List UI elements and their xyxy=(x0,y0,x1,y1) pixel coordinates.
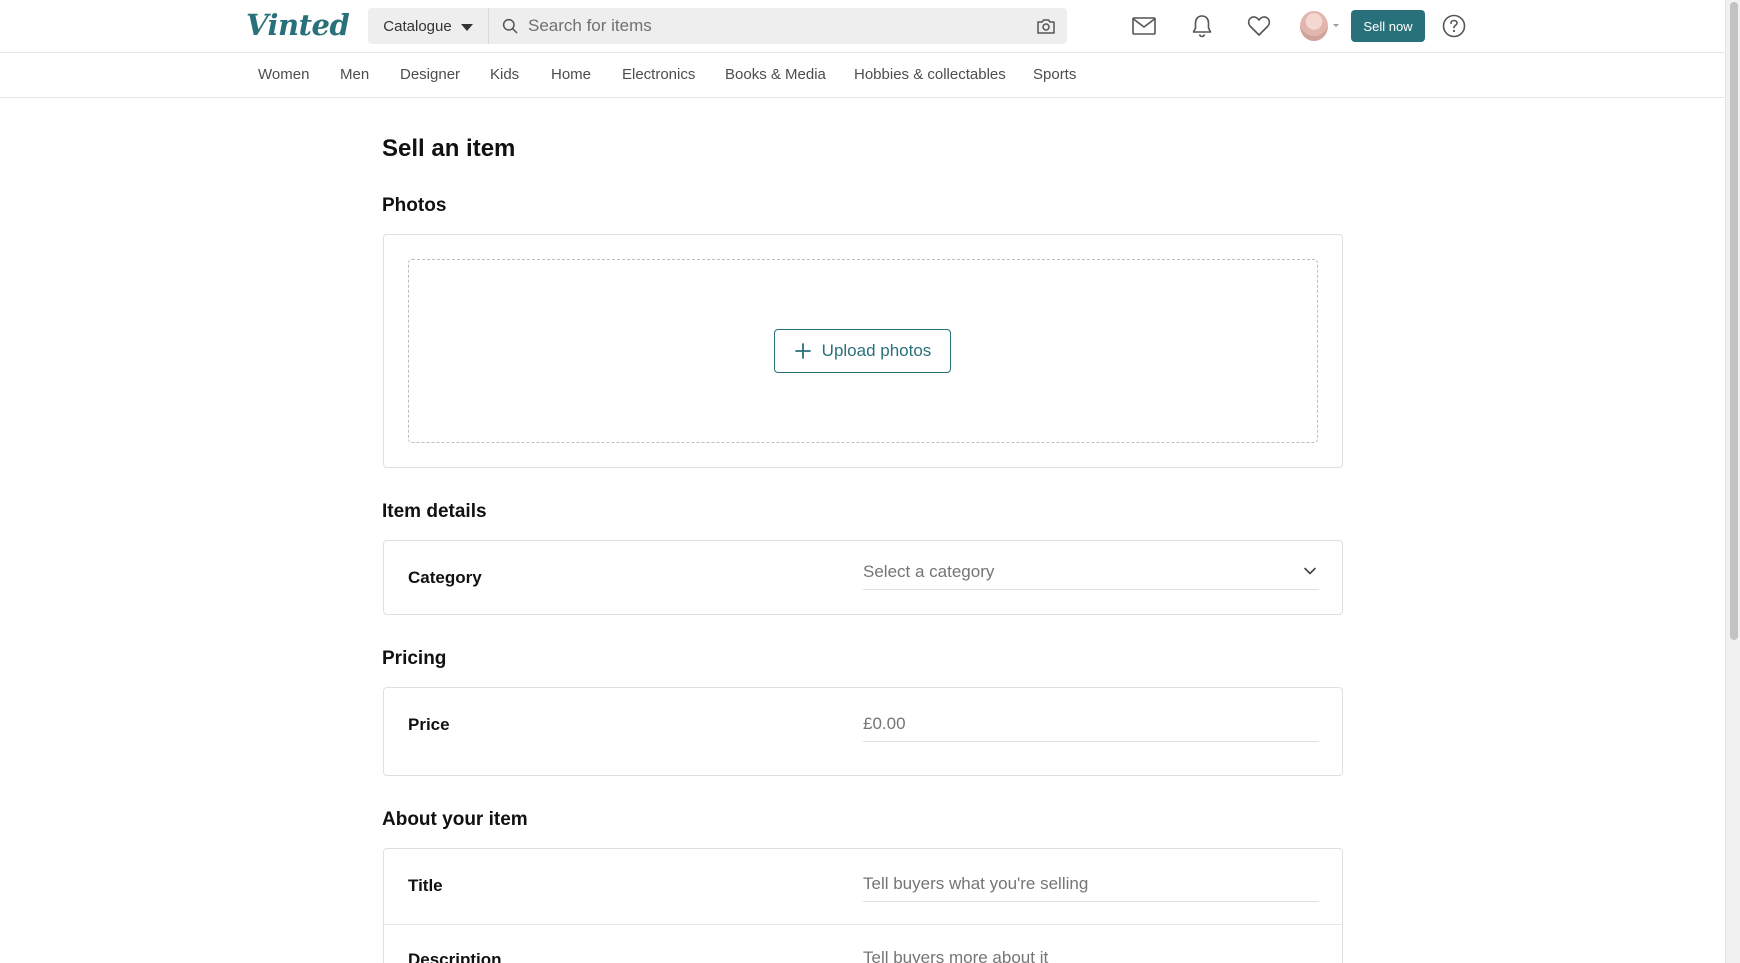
about-section-title: About your item xyxy=(382,809,528,830)
notifications-button[interactable] xyxy=(1189,13,1215,39)
title-field xyxy=(863,866,1319,902)
category-placeholder: Select a category xyxy=(863,562,995,581)
nav-item-books-media[interactable]: Books & Media xyxy=(725,66,826,84)
sell-now-button[interactable]: Sell now xyxy=(1351,10,1425,42)
user-avatar[interactable] xyxy=(1300,11,1328,41)
page-scrollbar[interactable] xyxy=(1725,0,1740,963)
scrollbar-thumb[interactable] xyxy=(1730,2,1738,640)
heart-icon xyxy=(1247,16,1271,36)
category-label: Category xyxy=(408,568,482,587)
search-bar: Catalogue xyxy=(368,8,1067,44)
upload-photos-button[interactable]: Upload photos xyxy=(774,329,951,373)
price-field xyxy=(863,706,1319,742)
description-input[interactable] xyxy=(863,940,1319,963)
photos-section-title: Photos xyxy=(382,195,447,216)
price-input[interactable] xyxy=(863,706,1319,741)
nav-item-hobbies-collectables[interactable]: Hobbies & collectables xyxy=(854,66,1006,84)
row-divider xyxy=(384,924,1342,925)
vinted-logo[interactable]: Vinted xyxy=(246,7,350,43)
pricing-section-title: Pricing xyxy=(382,648,447,669)
plus-icon xyxy=(794,343,811,359)
mail-icon xyxy=(1132,17,1156,35)
chevron-down-icon xyxy=(1304,567,1316,575)
avatar-caret-icon[interactable] xyxy=(1333,24,1339,27)
help-button[interactable] xyxy=(1441,13,1467,39)
pricing-card: Price xyxy=(383,687,1343,776)
price-label: Price xyxy=(408,715,450,734)
title-input[interactable] xyxy=(863,866,1319,901)
caret-down-icon xyxy=(460,23,473,31)
catalogue-label: Catalogue xyxy=(383,17,452,35)
search-icon xyxy=(502,18,518,34)
help-icon xyxy=(1442,14,1466,38)
category-nav: Women Men Designer Kids Home Electronics… xyxy=(0,54,1725,98)
nav-item-kids[interactable]: Kids xyxy=(490,66,519,84)
category-select[interactable]: Select a category xyxy=(863,554,1319,590)
description-label: Description xyxy=(408,950,502,963)
nav-item-home[interactable]: Home xyxy=(551,66,591,84)
page-title: Sell an item xyxy=(382,135,516,162)
catalogue-dropdown[interactable]: Catalogue xyxy=(368,8,489,44)
description-field xyxy=(863,940,1319,963)
bell-icon xyxy=(1192,15,1212,38)
nav-item-designer[interactable]: Designer xyxy=(400,66,460,84)
nav-item-women[interactable]: Women xyxy=(258,66,309,84)
upload-photos-label: Upload photos xyxy=(821,341,932,360)
nav-item-men[interactable]: Men xyxy=(340,66,369,84)
item-details-section-title: Item details xyxy=(382,501,487,522)
camera-search-icon[interactable] xyxy=(1036,17,1056,35)
top-header: Vinted Catalogue Sell now xyxy=(0,0,1725,53)
photo-dropzone[interactable]: Upload photos xyxy=(408,259,1318,443)
favourites-button[interactable] xyxy=(1246,13,1272,39)
messages-button[interactable] xyxy=(1131,13,1157,39)
about-card: Title Description xyxy=(383,848,1343,963)
nav-item-electronics[interactable]: Electronics xyxy=(622,66,695,84)
item-details-card: Category Select a category xyxy=(383,540,1343,615)
photos-card: Upload photos xyxy=(383,234,1343,468)
nav-item-sports[interactable]: Sports xyxy=(1033,66,1076,84)
title-label: Title xyxy=(408,876,443,895)
search-input[interactable] xyxy=(522,8,1022,44)
